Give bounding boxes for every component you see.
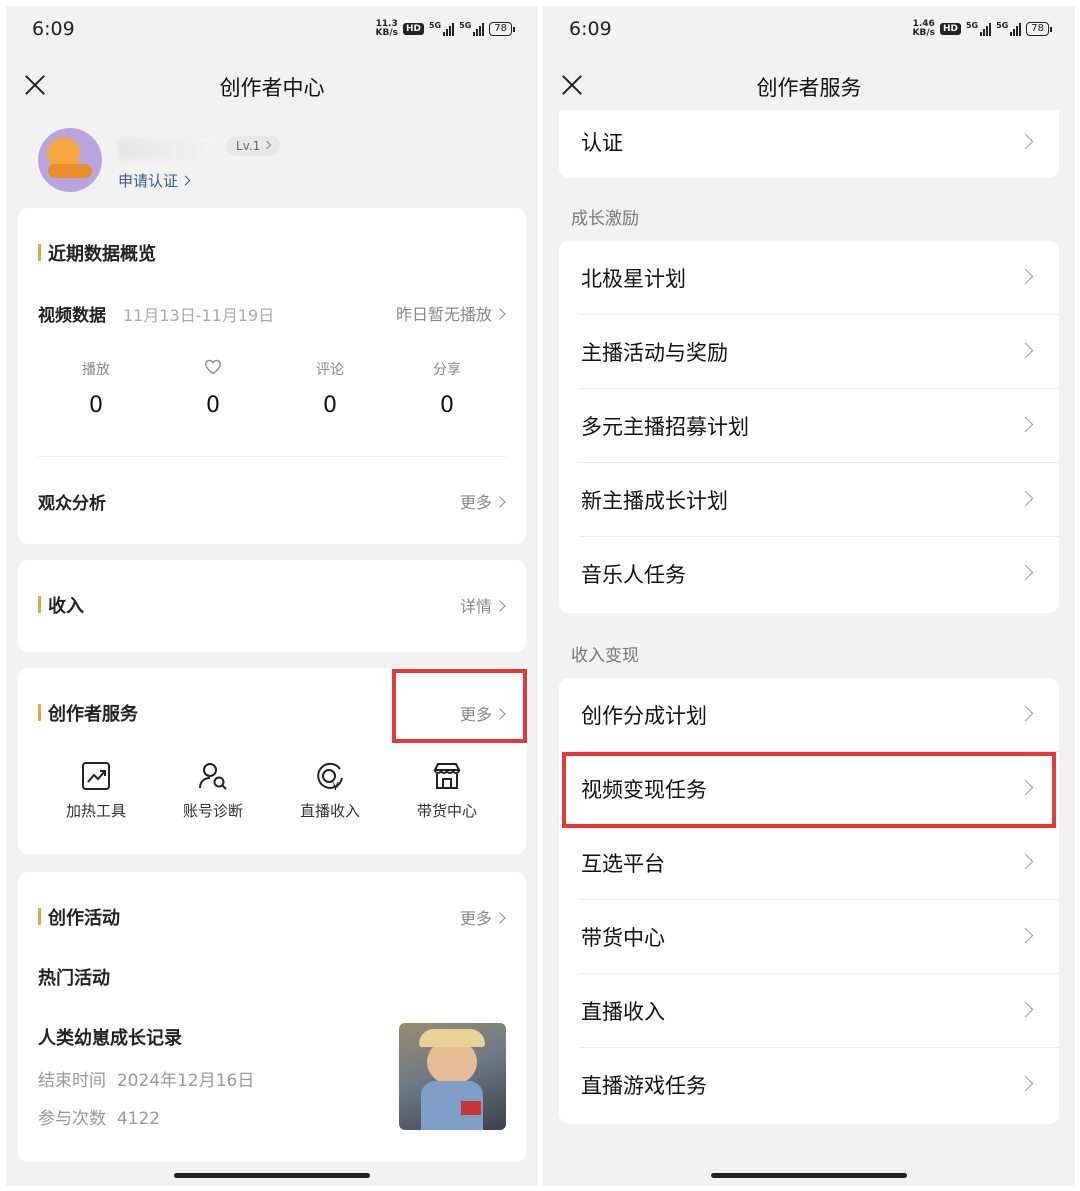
chevron-right-icon [1017,1075,1034,1092]
status-time: 6:09 [32,18,75,40]
menu-item-host-activity[interactable]: 主播活动与奖励 [559,315,1059,389]
heart-icon [205,359,221,375]
activity-end-time: 结束时间 2024年12月16日 [38,1071,255,1091]
income-details-link[interactable]: 详情 [460,593,506,617]
page-title: 创作者服务 [756,76,862,100]
income-card[interactable]: 收入 详情 [18,560,526,652]
chevron-right-icon [1017,853,1034,870]
battery-icon: 78 [1026,22,1052,36]
menu-item-live-income[interactable]: 直播收入 [559,974,1059,1048]
menu-item-mutual-platform[interactable]: 互选平台 [559,826,1059,900]
data-overview-card: 近期数据概览 视频数据 11月13日-11月19日 昨日暂无播放 播放 0 0 … [18,208,526,544]
highlight-box-more [392,669,527,743]
stat-comments: 评论 0 [316,362,344,418]
profile-header[interactable]: Lv.1 申请认证 [38,128,538,196]
network-speed: 11.3 KB/s [375,19,398,38]
menu-item-commerce-center[interactable]: 带货中心 [559,900,1059,974]
hot-activity-label: 热门活动 [38,968,110,989]
signal-icon: 5G [459,22,485,36]
growth-card: 北极星计划 主播活动与奖励 多元主播招募计划 新主播成长计划 音乐人任务 [559,241,1059,613]
trend-chart-icon [82,762,110,790]
highlight-box-video-task [562,752,1056,828]
stat-shares: 分享 0 [433,362,461,418]
stat-plays: 播放 0 [82,362,110,418]
avatar[interactable] [38,128,102,192]
chevron-right-icon [1017,927,1034,944]
chevron-right-icon [1017,342,1034,359]
video-data-label: 视频数据 [38,306,106,326]
store-icon [433,763,461,789]
verification-card: 认证 [559,110,1059,178]
divider [38,456,506,457]
status-bar: 6:09 1.46 KB/s HD 5G 5G 78 [543,6,1075,56]
monetization-card: 创作分成计划 视频变现任务 互选平台 带货中心 直播收入 直播游戏任务 [559,678,1059,1124]
network-speed: 1.46 KB/s [912,19,935,38]
menu-item-revenue-share[interactable]: 创作分成计划 [559,678,1059,752]
hd-voice-icon: HD [939,23,961,35]
status-time: 6:09 [569,18,612,40]
yesterday-link[interactable]: 昨日暂无播放 [396,301,506,325]
status-bar: 6:09 11.3 KB/s HD 5G 5G 78 [6,6,538,56]
menu-item-host-recruit[interactable]: 多元主播招募计划 [559,389,1059,463]
tool-boost[interactable]: 加热工具 [51,760,141,821]
chevron-right-icon [1017,564,1034,581]
date-range: 11月13日-11月19日 [123,306,275,325]
page-title: 创作者中心 [219,76,325,100]
user-search-icon [199,763,227,790]
overview-title: 近期数据概览 [38,240,156,266]
chevron-right-icon [1017,268,1034,285]
activity-more-link[interactable]: 更多 [460,905,506,929]
creator-center-screen: 6:09 11.3 KB/s HD 5G 5G 78 创作者中心 Lv.1 申请认… [6,6,538,1186]
status-icons: 11.3 KB/s HD 5G 5G 78 [375,19,515,38]
creator-activity-card: 创作活动 更多 热门活动 人类幼崽成长记录 结束时间 2024年12月16日 参… [18,872,526,1162]
income-title: 收入 [38,592,84,618]
home-indicator[interactable] [174,1173,370,1178]
tool-commerce[interactable]: 带货中心 [402,760,492,821]
menu-item-north-star[interactable]: 北极星计划 [559,241,1059,315]
menu-item-live-game-task[interactable]: 直播游戏任务 [559,1048,1059,1122]
yuan-live-icon: ¥ [317,762,343,792]
services-title: 创作者服务 [38,700,138,726]
tool-diagnosis[interactable]: 账号诊断 [168,760,258,821]
hd-voice-icon: HD [402,23,424,35]
group-title-monetization: 收入变现 [571,646,639,666]
nav-bar: 创作者服务 [543,62,1075,112]
home-indicator[interactable] [711,1173,907,1178]
activity-item-title[interactable]: 人类幼崽成长记录 [38,1024,182,1050]
chevron-right-icon [1017,705,1034,722]
chevron-right-icon [1017,1001,1034,1018]
battery-icon: 78 [489,22,515,36]
menu-item-verification[interactable]: 认证 [559,110,1059,178]
nav-bar: 创作者中心 [6,62,538,112]
tool-live-income[interactable]: ¥ 直播收入 [285,760,375,821]
apply-verification-link[interactable]: 申请认证 [118,170,191,191]
creator-services-screen: 6:09 1.46 KB/s HD 5G 5G 78 创作者服务 认证 成长激励 … [543,6,1075,1186]
username-blurred [118,138,216,160]
signal-icon: 5G [996,22,1022,36]
audience-analysis-label: 观众分析 [38,494,106,514]
audience-more-link[interactable]: 更多 [460,489,506,513]
stat-likes: 0 [168,359,258,418]
menu-item-musician[interactable]: 音乐人任务 [559,537,1059,611]
level-badge[interactable]: Lv.1 [226,136,281,156]
signal-icon: 5G [966,22,992,36]
chevron-right-icon [1017,416,1034,433]
group-title-growth: 成长激励 [571,209,639,229]
chevron-right-icon [1017,490,1034,507]
status-icons: 1.46 KB/s HD 5G 5G 78 [912,19,1052,38]
activity-title: 创作活动 [38,904,120,930]
activity-thumbnail[interactable] [399,1023,506,1130]
chevron-right-icon [1017,133,1034,150]
activity-participation: 参与次数 4122 [38,1109,161,1129]
menu-item-new-host[interactable]: 新主播成长计划 [559,463,1059,537]
svg-text:¥: ¥ [332,780,339,792]
signal-icon: 5G [429,22,455,36]
